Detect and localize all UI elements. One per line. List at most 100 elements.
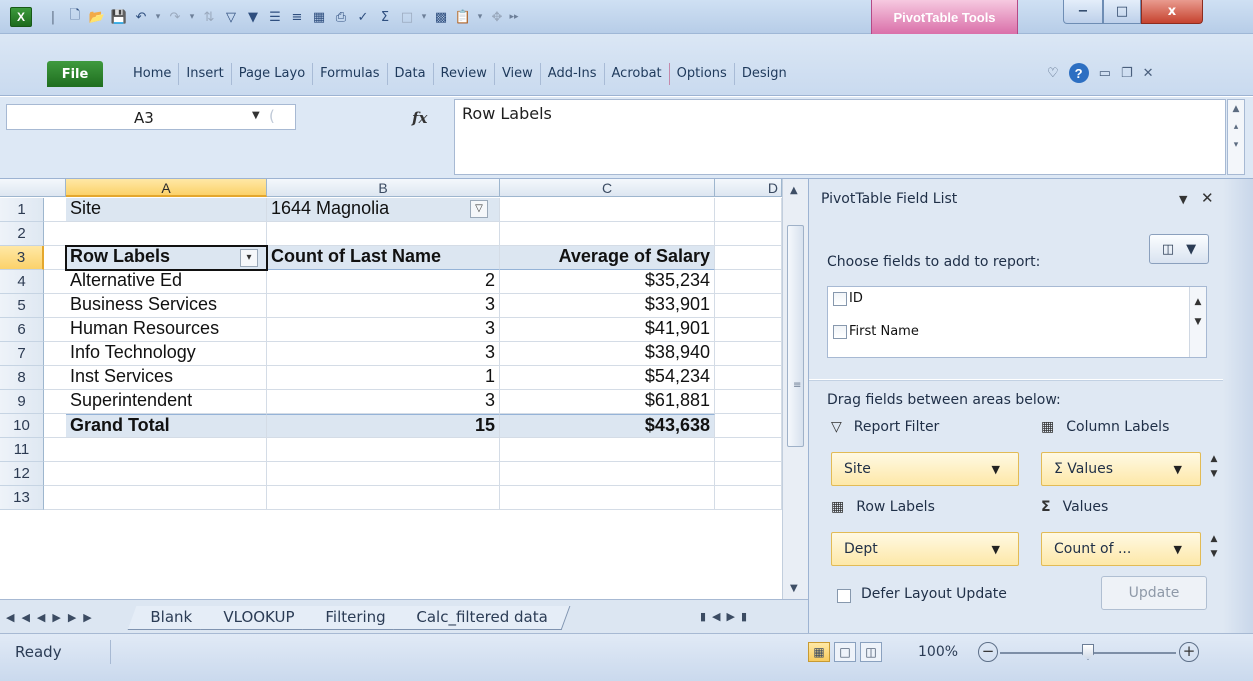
panel-menu-icon[interactable]: ▼ [1179, 193, 1187, 206]
cell[interactable] [715, 462, 782, 486]
row-header[interactable]: 9 [0, 390, 44, 414]
undo-icon[interactable]: ↶ [130, 7, 152, 27]
vertical-scrollbar[interactable]: ▲ ≡ ▼ [782, 179, 808, 599]
spelling-icon[interactable]: ✓ [352, 7, 374, 27]
chevron-down-icon[interactable]: ▼ [252, 110, 260, 121]
column-header-c[interactable]: C [500, 179, 715, 197]
cell[interactable] [267, 486, 500, 510]
remove-duplicates-icon[interactable]: ☰ [264, 7, 286, 27]
panel-close-icon[interactable]: ✕ [1201, 189, 1214, 207]
scroll-down-icon[interactable]: ▼ [790, 583, 798, 594]
cell[interactable] [500, 198, 715, 222]
row-header[interactable]: 6 [0, 318, 44, 342]
row-header[interactable]: 2 [0, 222, 44, 246]
cell[interactable] [500, 462, 715, 486]
zoom-level[interactable]: 100% [918, 644, 958, 660]
cell[interactable] [715, 342, 782, 366]
name-box-resize-icon[interactable]: ( [269, 107, 275, 125]
row-header[interactable]: 3 [0, 246, 44, 270]
pivot-count-value[interactable]: 3 [267, 390, 500, 414]
paste-special-icon[interactable]: 📋 [452, 7, 474, 27]
text-to-columns-icon[interactable]: ≡ [286, 7, 308, 27]
field-item-first-name[interactable]: First Name [833, 324, 919, 339]
tab-options[interactable]: Options [670, 63, 735, 85]
filter-value-cell[interactable]: 1644 Magnolia [267, 198, 500, 222]
cell[interactable] [715, 246, 782, 270]
tab-review[interactable]: Review [434, 63, 495, 85]
column-header-a[interactable]: A [66, 179, 267, 197]
panel-splitter[interactable] [809, 379, 1224, 381]
select-all-corner[interactable] [0, 179, 66, 197]
pivot-header-row-labels[interactable]: Row Labels [66, 246, 267, 270]
advanced-filter-icon[interactable]: ▼ [242, 7, 264, 27]
cell[interactable] [66, 222, 267, 246]
update-button[interactable]: Update [1101, 576, 1207, 610]
scroll-thumb[interactable]: ≡ [787, 225, 804, 447]
cell[interactable] [267, 222, 500, 246]
tab-insert[interactable]: Insert [179, 63, 232, 85]
more-commands-icon[interactable]: ▸▸ [508, 7, 520, 27]
sheet-tab-vlookup[interactable]: VLOOKUP [200, 606, 318, 630]
field-list[interactable]: ID First Name ▲ ▼ [827, 286, 1207, 358]
chevron-down-icon[interactable]: ▼ [1174, 543, 1182, 556]
row-header[interactable]: 1 [0, 198, 44, 222]
pivot-count-value[interactable]: 3 [267, 294, 500, 318]
filter-label-cell[interactable]: Site [66, 198, 267, 222]
field-checkbox[interactable] [833, 324, 847, 339]
cell[interactable] [715, 414, 782, 438]
cell[interactable] [715, 270, 782, 294]
grand-total-count[interactable]: 15 [267, 414, 500, 438]
pivot-count-value[interactable]: 2 [267, 270, 500, 294]
save-icon[interactable]: 💾 [108, 7, 130, 27]
borders-icon[interactable]: □ [396, 7, 418, 27]
pivot-average-value[interactable]: $38,940 [500, 342, 715, 366]
pivot-row-label[interactable]: Business Services [66, 294, 267, 318]
cell[interactable] [66, 462, 267, 486]
open-folder-icon[interactable]: 📂 [86, 7, 108, 27]
row-labels-filter-icon[interactable]: ▾ [240, 249, 258, 267]
pivot-average-value[interactable]: $54,234 [500, 366, 715, 390]
print-preview-icon[interactable]: ⎙ [330, 7, 352, 27]
row-header[interactable]: 11 [0, 438, 44, 462]
undo-dropdown-icon[interactable]: ▾ [152, 7, 164, 27]
page-layout-view-icon[interactable]: □ [834, 642, 856, 662]
filter-icon[interactable]: ▽ [220, 7, 242, 27]
sheet-navigation-icons[interactable]: ◀◀◀▶▶▶ [6, 611, 99, 624]
row-header[interactable]: 13 [0, 486, 44, 510]
row-field-dept[interactable]: Dept ▼ [831, 532, 1019, 566]
cell[interactable] [66, 486, 267, 510]
minimize-button[interactable]: − [1063, 0, 1103, 24]
maximize-button[interactable]: □ [1103, 0, 1141, 24]
horizontal-scroll-icons[interactable]: ▮◀▶▮ [700, 610, 753, 623]
row-header[interactable]: 5 [0, 294, 44, 318]
field-list-layout-button[interactable]: ◫ ▼ [1149, 234, 1209, 264]
pivot-row-label[interactable]: Superintendent [66, 390, 267, 414]
cell[interactable] [715, 198, 782, 222]
table-icon[interactable]: ▦ [308, 7, 330, 27]
pivot-average-value[interactable]: $61,881 [500, 390, 715, 414]
values-area-scroll[interactable]: ▲ ▼ [1206, 532, 1222, 566]
sort-icon[interactable]: ⇅ [198, 7, 220, 27]
row-header[interactable]: 8 [0, 366, 44, 390]
tab-file[interactable]: File [47, 61, 103, 87]
excel-logo-icon[interactable]: X [10, 7, 32, 27]
tab-home[interactable]: Home [126, 63, 180, 85]
scroll-up-icon[interactable]: ▲ [790, 185, 798, 196]
close-button[interactable]: x [1141, 0, 1203, 24]
move-icon[interactable]: ✥ [486, 7, 508, 27]
pivot-row-label[interactable]: Inst Services [66, 366, 267, 390]
redo-dropdown-icon[interactable]: ▾ [186, 7, 198, 27]
column-header-d[interactable]: D [715, 179, 782, 197]
page-break-view-icon[interactable]: ◫ [860, 642, 882, 662]
grand-total-label[interactable]: Grand Total [66, 414, 267, 438]
row-header[interactable]: 10 [0, 414, 44, 438]
cell[interactable] [715, 438, 782, 462]
filter-applied-icon[interactable]: ▽ [470, 200, 488, 218]
pivot-average-value[interactable]: $41,901 [500, 318, 715, 342]
chart-icon[interactable]: ▩ [430, 7, 452, 27]
row-header[interactable]: 12 [0, 462, 44, 486]
pivot-count-value[interactable]: 3 [267, 342, 500, 366]
row-header[interactable]: 7 [0, 342, 44, 366]
cell[interactable] [500, 438, 715, 462]
column-header-b[interactable]: B [267, 179, 500, 197]
